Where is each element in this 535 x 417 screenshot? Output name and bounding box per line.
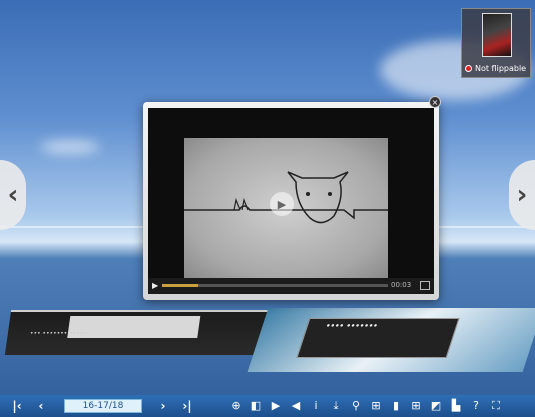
chevron-left-icon: ‹ [7,180,19,210]
print-icon[interactable]: ▙ [446,395,466,417]
fullscreen-icon[interactable]: ⛶ [486,395,506,417]
video-controls: ▶ 00:03 [148,278,434,294]
toolbar-actions: ⊕ ◧ ▶ ◀ i ⤓ ⚲ ⊞ ▮ ⊞ ◩ ▙? ⛶ [226,395,506,417]
left-page[interactable]: ••• ••••••• ••••• [4,310,272,355]
video-time: 00:03 [391,281,412,289]
zoom-in-icon[interactable]: ⊕ [226,395,246,417]
book-spread: ••• ••••••• ••••• •••• ••••••• [4,300,535,380]
tree-icon[interactable]: ⊞ [366,395,386,417]
bookmark-icon[interactable]: ▮ [386,395,406,417]
status-text: Not flippable [475,64,527,73]
info-icon[interactable]: i [306,395,326,417]
video-frame: ▶ [184,138,388,278]
video-player[interactable]: ▶ ▶ 00:03 [148,108,434,294]
cloud [40,140,100,154]
search-icon[interactable]: ⚲ [346,395,366,417]
left-page-text: ••• ••••••• ••••• [29,330,88,337]
status-dot-icon [465,65,472,72]
page-number-input[interactable]: 16-17/18 [64,399,142,413]
video-progress[interactable] [162,284,388,287]
share-icon[interactable]: ◩ [426,395,446,417]
play-icon: ▶ [277,197,287,211]
left-page-card [67,316,201,338]
thumbnails-icon[interactable]: ⊞ [406,395,426,417]
right-card-title: •••• ••••••• [324,322,379,330]
close-icon[interactable]: × [429,96,441,108]
autoplay-icon[interactable]: ▶ [266,395,286,417]
sound-icon[interactable]: ◧ [246,395,266,417]
video-fullscreen-icon[interactable] [420,281,430,290]
prev-page-button[interactable]: ‹ [32,395,50,417]
help-icon[interactable]: ? [466,395,486,417]
video-progress-fill [162,284,199,287]
back-icon[interactable]: ◀ [286,395,306,417]
right-page-card: •••• ••••••• [296,318,460,358]
chevron-right-icon: › [516,180,528,210]
book-thumbnail[interactable]: Not flippable [461,8,531,78]
video-play-overlay[interactable]: ▶ [270,192,294,216]
first-page-button[interactable]: |‹ [8,395,26,417]
prev-page-arrow[interactable]: ‹ [0,160,26,230]
bottom-toolbar: |‹ ‹ 16-17/18 › ›| ⊕ ◧ ▶ ◀ i ⤓ ⚲ ⊞ ▮ ⊞ ◩ ▙? ⛶ [0,395,535,417]
next-page-button[interactable]: › [154,395,172,417]
next-page-arrow[interactable]: › [509,160,535,230]
control-play-icon[interactable]: ▶ [152,281,160,291]
download-icon[interactable]: ⤓ [326,395,346,417]
flip-status: Not flippable [465,64,526,73]
video-popup: ▶ ▶ 00:03 × [143,96,441,300]
book-cover-icon [482,13,512,57]
last-page-button[interactable]: ›| [178,395,196,417]
